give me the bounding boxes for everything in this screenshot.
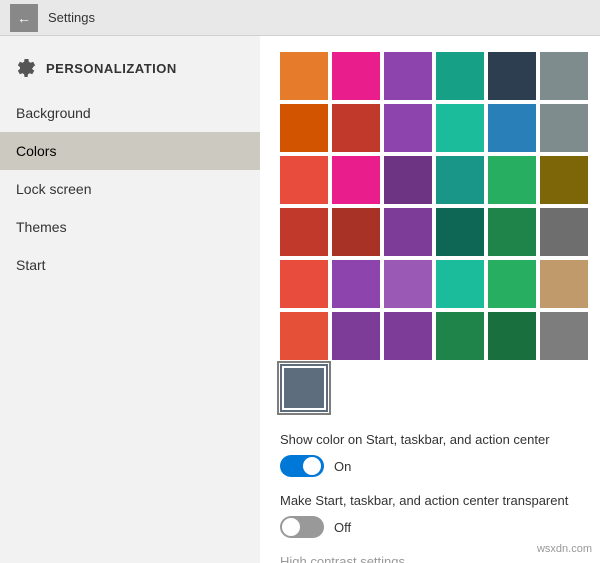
high-contrast-link[interactable]: High contrast settings [280, 554, 580, 563]
color-swatch-21[interactable] [436, 208, 484, 256]
transparent-toggle-label: Off [334, 520, 351, 535]
color-swatch-31[interactable] [332, 312, 380, 360]
color-swatch-23[interactable] [540, 208, 588, 256]
color-swatch-2[interactable] [384, 52, 432, 100]
color-swatch-20[interactable] [384, 208, 432, 256]
color-swatch-32[interactable] [384, 312, 432, 360]
color-swatch-30[interactable] [280, 312, 328, 360]
watermark: wsxdn.com [537, 543, 592, 555]
transparent-label: Make Start, taskbar, and action center t… [280, 493, 580, 508]
color-swatch-34[interactable] [488, 312, 536, 360]
window-title: Settings [48, 10, 95, 25]
color-swatch-1[interactable] [332, 52, 380, 100]
color-swatch-8[interactable] [384, 104, 432, 152]
show-color-toggle[interactable] [280, 455, 324, 477]
color-swatch-5[interactable] [540, 52, 588, 100]
color-swatch-11[interactable] [540, 104, 588, 152]
back-arrow-icon: ← [17, 10, 31, 26]
title-bar: ← Settings [0, 0, 600, 36]
color-swatch-18[interactable] [280, 208, 328, 256]
color-swatch-12[interactable] [280, 156, 328, 204]
show-color-label: Show color on Start, taskbar, and action… [280, 432, 580, 447]
color-swatch-29[interactable] [540, 260, 588, 308]
color-swatch-33[interactable] [436, 312, 484, 360]
color-grid [280, 52, 580, 412]
gear-icon [16, 58, 36, 78]
color-swatch-24[interactable] [280, 260, 328, 308]
color-swatch-28[interactable] [488, 260, 536, 308]
color-swatch-26[interactable] [384, 260, 432, 308]
color-swatch-13[interactable] [332, 156, 380, 204]
show-color-toggle-label: On [334, 459, 351, 474]
color-swatch-3[interactable] [436, 52, 484, 100]
color-swatch-27[interactable] [436, 260, 484, 308]
color-swatch-0[interactable] [280, 52, 328, 100]
transparent-toggle-knob [282, 518, 300, 536]
sidebar-title: PERSONALIZATION [46, 61, 177, 76]
color-swatch-6[interactable] [280, 104, 328, 152]
sidebar-item-start[interactable]: Start [0, 246, 260, 284]
back-button[interactable]: ← [10, 4, 38, 32]
color-swatch-17[interactable] [540, 156, 588, 204]
sidebar-item-themes[interactable]: Themes [0, 208, 260, 246]
sidebar-header: PERSONALIZATION [0, 46, 260, 94]
color-swatch-25[interactable] [332, 260, 380, 308]
color-swatch-10[interactable] [488, 104, 536, 152]
sidebar-item-colors[interactable]: Colors [0, 132, 260, 170]
color-swatch-4[interactable] [488, 52, 536, 100]
sidebar: PERSONALIZATION Background Colors Lock s… [0, 36, 260, 563]
transparent-toggle-row: Off [280, 516, 580, 538]
color-swatch-9[interactable] [436, 104, 484, 152]
main-layout: PERSONALIZATION Background Colors Lock s… [0, 36, 600, 563]
color-swatch-35[interactable] [540, 312, 588, 360]
color-swatch-14[interactable] [384, 156, 432, 204]
content-area: Show color on Start, taskbar, and action… [260, 36, 600, 563]
color-swatch-19[interactable] [332, 208, 380, 256]
show-color-toggle-knob [303, 457, 321, 475]
transparent-toggle[interactable] [280, 516, 324, 538]
color-swatch-15[interactable] [436, 156, 484, 204]
show-color-toggle-row: On [280, 455, 580, 477]
color-swatch-7[interactable] [332, 104, 380, 152]
color-swatch-16[interactable] [488, 156, 536, 204]
sidebar-item-background[interactable]: Background [0, 94, 260, 132]
sidebar-item-lock-screen[interactable]: Lock screen [0, 170, 260, 208]
color-swatch-22[interactable] [488, 208, 536, 256]
color-swatch-36[interactable] [280, 364, 328, 412]
